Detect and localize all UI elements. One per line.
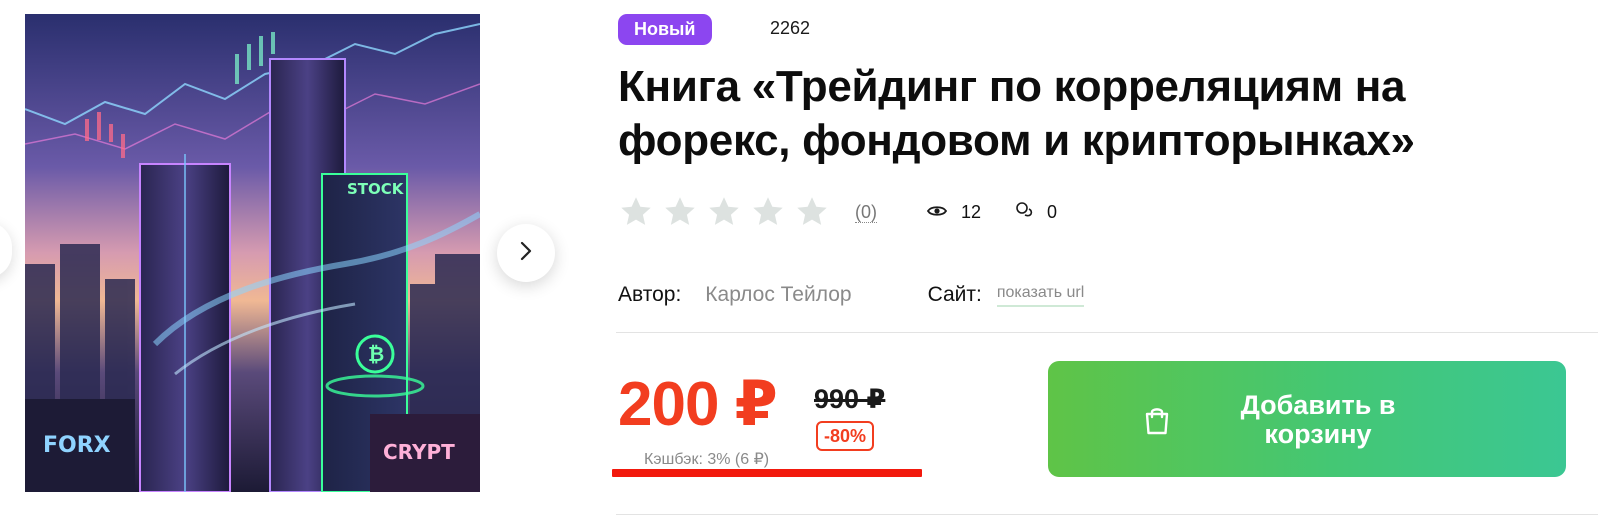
add-to-cart-button[interactable]: Добавить в корзину	[1048, 361, 1566, 477]
rating-stats-row: (0) 12 0	[618, 192, 1057, 232]
add-to-cart-label: Добавить в корзину	[1240, 390, 1396, 449]
current-price: 200 ₽	[618, 370, 778, 439]
shopping-bag-icon	[1142, 404, 1172, 441]
author-label: Автор:	[618, 283, 682, 306]
author-site-row: Автор: Карлос Тейлор Сайт: показать url	[618, 280, 1085, 310]
star-icon[interactable]	[794, 194, 830, 230]
star-icon[interactable]	[750, 194, 786, 230]
page-title: Книга «Трейдинг по корреляциям на форекс…	[618, 62, 1415, 165]
chevron-right-icon	[519, 240, 533, 267]
product-gallery: STOCK ₿ FORX CRYPT	[0, 0, 600, 516]
star-icon[interactable]	[706, 194, 742, 230]
highlight-underline	[612, 469, 922, 477]
comments-stat[interactable]: 0	[1015, 201, 1057, 224]
star-icon[interactable]	[618, 194, 654, 230]
cover-forex-sign: FORX	[43, 433, 111, 458]
cover-bitcoin-symbol: ₿	[368, 342, 384, 366]
old-price: 990 ₽	[814, 384, 886, 414]
cover-crypto-sign: CRYPT	[383, 440, 455, 464]
discount-badge: -80%	[816, 421, 875, 451]
star-icon[interactable]	[662, 194, 698, 230]
book-cover-image: STOCK ₿ FORX CRYPT	[25, 14, 480, 492]
product-id: 2262	[770, 18, 811, 38]
divider	[616, 332, 1598, 333]
comments-count: 0	[1047, 201, 1058, 222]
gallery-prev-button[interactable]	[0, 222, 12, 278]
site-label: Сайт:	[927, 283, 982, 306]
eye-icon	[926, 202, 948, 223]
gallery-next-button[interactable]	[497, 224, 555, 282]
show-url-link[interactable]: показать url	[996, 284, 1085, 307]
comment-icon	[1015, 201, 1033, 224]
views-count: 12	[961, 201, 982, 222]
divider	[616, 514, 1598, 515]
rating-stars[interactable]	[618, 194, 830, 230]
cashback-text: Кэшбэк: 3% (6 ₽)	[644, 451, 770, 468]
cover-stock-sign: STOCK	[347, 180, 405, 198]
new-badge: Новый	[618, 14, 712, 45]
author-name[interactable]: Карлос Тейлор	[705, 283, 851, 307]
product-info: Новый 2262 Книга «Трейдинг по корреляция…	[612, 0, 1600, 516]
rating-count[interactable]: (0)	[855, 202, 877, 223]
views-stat: 12	[926, 201, 982, 223]
